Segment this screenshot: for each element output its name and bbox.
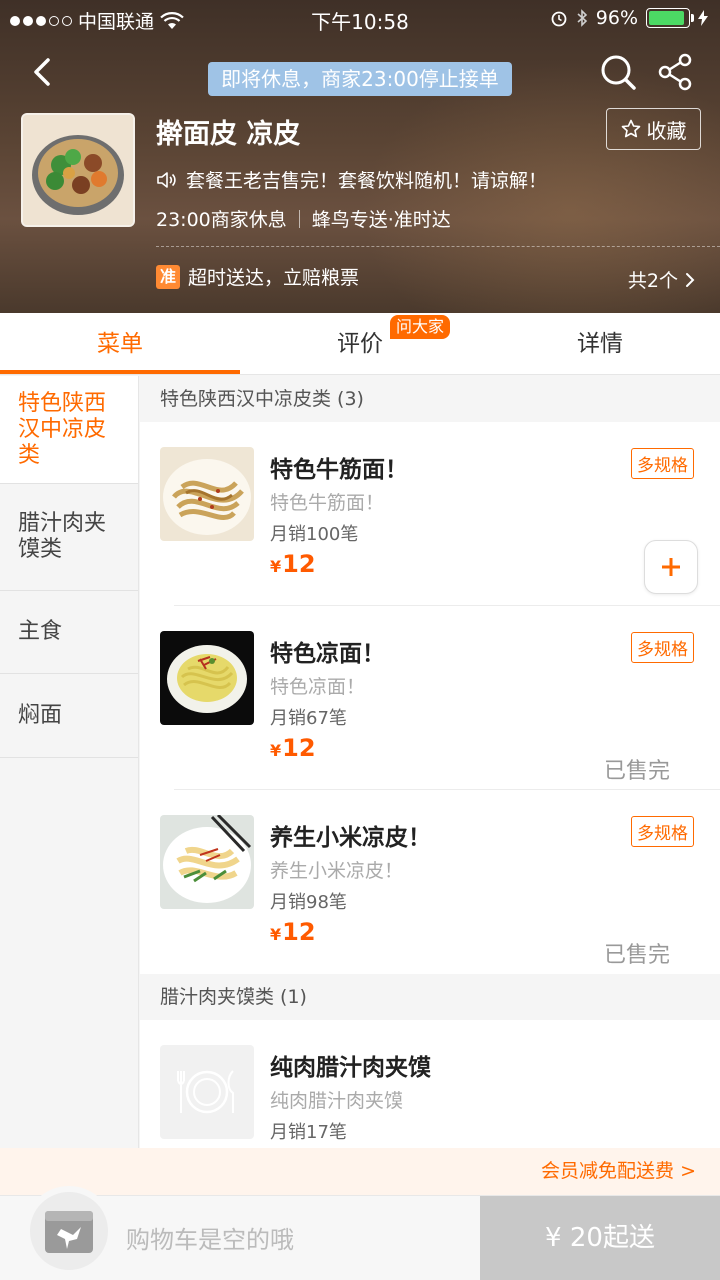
- menu-item[interactable]: 特色牛筋面！ 特色牛筋面！ 月销100笔 ¥12 多规格: [140, 422, 720, 606]
- food-name: 特色凉面！: [270, 641, 385, 667]
- cart-empty-text: 购物车是空的哦: [126, 1226, 294, 1254]
- price-value: 12: [282, 918, 316, 946]
- battery-icon: [646, 8, 694, 28]
- promo-count-button[interactable]: 共2个: [628, 266, 696, 293]
- cart-bar: 购物车是空的哦 ¥ 20起送: [0, 1186, 720, 1280]
- category-sidebar: 特色陕西汉中凉皮类 腊汁肉夹馍类 主食 焖面: [0, 376, 139, 1148]
- sidebar-item-liangpi[interactable]: 特色陕西汉中凉皮类: [0, 376, 138, 484]
- chevron-right-icon: [686, 272, 695, 287]
- shop-header: 中国联通 下午10:58 96% 即将休息，商家23:00停止接单 擀面皮 凉皮…: [0, 0, 720, 313]
- shop-logo: [21, 113, 135, 227]
- announcement[interactable]: 套餐王老吉售完！套餐饮料随机！请谅解！: [156, 166, 547, 193]
- sold-out-label: 已售完: [603, 759, 670, 784]
- price-value: 12: [282, 550, 316, 578]
- back-button[interactable]: [28, 52, 60, 92]
- announcement-text: 套餐王老吉售完！套餐饮料随机！请谅解！: [186, 170, 548, 192]
- promo-row[interactable]: 准 超时送达，立赔粮票: [156, 263, 359, 290]
- food-sales: 月销98笔: [270, 892, 347, 913]
- food-sales: 月销100笔: [270, 524, 359, 545]
- category-header: 特色陕西汉中凉皮类 (3): [140, 376, 720, 422]
- share-icon: [658, 53, 692, 91]
- promo-text: 超时送达，立赔粮票: [188, 267, 360, 289]
- food-sales: 月销17笔: [270, 1122, 347, 1143]
- checkout-button[interactable]: ¥ 20起送: [480, 1196, 720, 1280]
- shop-info-line: 23:00商家休息 蜂鸟专送·准时达: [156, 205, 451, 232]
- food-image: [160, 447, 254, 541]
- sidebar-item-braised-noodles[interactable]: 焖面: [0, 674, 138, 758]
- food-description: 特色牛筋面！: [270, 492, 385, 514]
- delivery-info: 蜂鸟专送·准时达: [311, 209, 451, 231]
- currency-symbol: ¥: [270, 925, 282, 944]
- sidebar-item-roujiamo[interactable]: 腊汁肉夹馍类: [0, 484, 138, 591]
- promo-count: 共2个: [627, 270, 678, 292]
- add-to-cart-button[interactable]: [644, 540, 698, 594]
- speaker-icon: [157, 171, 176, 188]
- divider: [298, 209, 300, 228]
- food-name: 养生小米凉皮！: [270, 825, 431, 851]
- promo-badge: 准: [156, 264, 180, 289]
- spec-tag[interactable]: 多规格: [631, 632, 694, 663]
- food-description: 纯肉腊汁肉夹馍: [270, 1090, 404, 1112]
- bluetooth-icon: [577, 9, 587, 27]
- sold-out-label: 已售完: [603, 943, 670, 968]
- search-icon: [601, 55, 636, 90]
- menu-item[interactable]: 纯肉腊汁肉夹馍 纯肉腊汁肉夹馍 月销17笔: [140, 1020, 720, 1148]
- category-header: 腊汁肉夹馍类 (1): [140, 974, 720, 1020]
- spec-tag[interactable]: 多规格: [631, 816, 694, 847]
- battery-percent: 96%: [595, 7, 638, 29]
- tab-menu[interactable]: 菜单: [0, 313, 240, 375]
- cart-button[interactable]: [24, 1186, 114, 1276]
- ask-badge: 问大家: [390, 315, 451, 339]
- dashed-divider: [156, 246, 720, 247]
- status-bar: 中国联通 下午10:58 96%: [0, 0, 720, 38]
- price-value: 12: [282, 734, 316, 762]
- menu-list: 特色陕西汉中凉皮类 (3) 特色牛筋面！ 特色牛筋面！ 月销100笔 ¥12 多…: [140, 376, 720, 1148]
- search-button[interactable]: [598, 52, 638, 92]
- currency-symbol: ¥: [270, 741, 282, 760]
- member-discount-banner[interactable]: 会员减免配送费 >: [0, 1148, 720, 1195]
- food-price: ¥12: [270, 734, 316, 762]
- active-tab-indicator: [0, 370, 240, 374]
- favorite-label: 收藏: [646, 118, 687, 143]
- chevron-left-icon: [34, 58, 50, 86]
- share-button[interactable]: [656, 52, 696, 92]
- plate-icon: [177, 1070, 234, 1114]
- menu-item[interactable]: 特色凉面！ 特色凉面！ 月销67笔 ¥12 多规格 已售完: [140, 606, 720, 790]
- food-description: 养生小米凉皮！: [270, 860, 404, 882]
- food-name: 特色牛筋面！: [270, 457, 408, 483]
- cart-box-icon: [45, 1211, 93, 1253]
- sidebar-item-staple[interactable]: 主食: [0, 591, 138, 674]
- food-price: ¥12: [270, 550, 316, 578]
- currency-symbol: ¥: [270, 557, 282, 576]
- shop-name: 擀面皮 凉皮: [156, 119, 301, 150]
- food-description: 特色凉面！: [270, 676, 366, 698]
- food-name: 纯肉腊汁肉夹馍: [270, 1055, 431, 1081]
- food-image: [160, 815, 254, 909]
- tab-bar: 菜单 评价 问大家 详情: [0, 313, 720, 375]
- favorite-button[interactable]: 收藏: [606, 108, 701, 150]
- closing-notice: 即将休息，商家23:00停止接单: [208, 62, 512, 96]
- food-image: [160, 631, 254, 725]
- alarm-icon: [551, 11, 567, 27]
- food-sales: 月销67笔: [270, 708, 347, 729]
- charging-icon: [698, 10, 708, 26]
- food-image-placeholder: [160, 1045, 254, 1139]
- tab-details[interactable]: 详情: [480, 313, 720, 375]
- menu-item[interactable]: 养生小米凉皮！ 养生小米凉皮！ 月销98笔 ¥12 多规格 已售完: [140, 790, 720, 974]
- star-icon: [621, 119, 640, 138]
- food-price: ¥12: [270, 918, 316, 946]
- business-hours: 23:00商家休息: [156, 209, 287, 231]
- spec-tag[interactable]: 多规格: [631, 448, 694, 479]
